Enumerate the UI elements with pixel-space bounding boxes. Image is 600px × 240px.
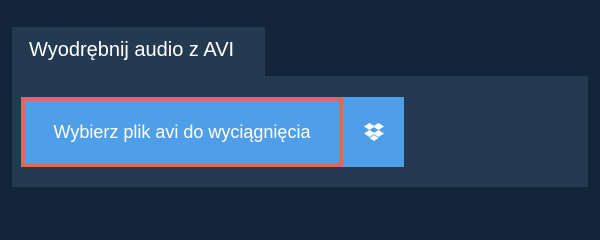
- choose-file-button[interactable]: Wybierz plik avi do wyciągnięcia: [21, 97, 343, 167]
- dropbox-button[interactable]: [343, 97, 404, 167]
- tab-extract-audio: Wyodrębnij audio z AVI: [12, 27, 265, 76]
- choose-file-label: Wybierz plik avi do wyciągnięcia: [53, 121, 311, 142]
- tab-title: Wyodrębnij audio z AVI: [29, 39, 235, 61]
- dropbox-icon: [363, 123, 384, 141]
